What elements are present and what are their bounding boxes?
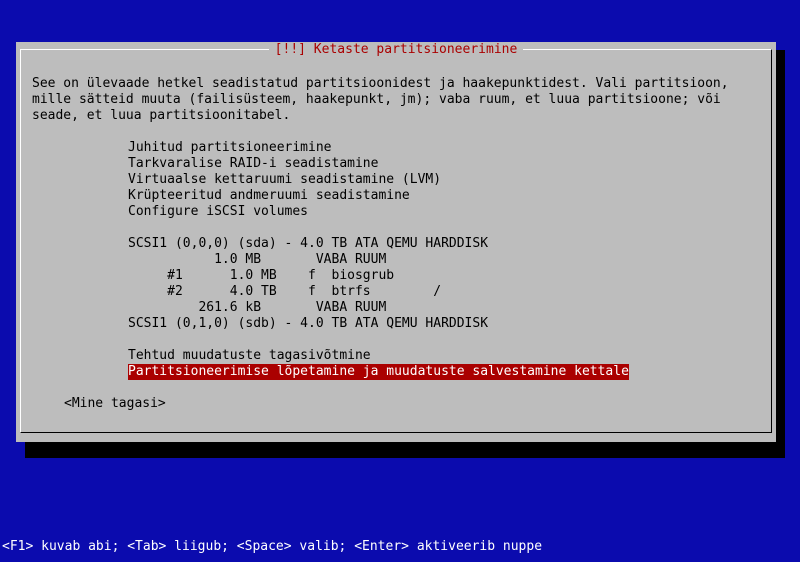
dialog-title: [!!] Ketaste partitsioneerimine [268, 42, 524, 57]
menu-item-iscsi[interactable]: Configure iSCSI volumes [128, 204, 308, 220]
action-undo-changes[interactable]: Tehtud muudatuste tagasivõtmine [128, 348, 371, 364]
partition-2[interactable]: #2 4.0 TB f btrfs / [128, 284, 441, 300]
menu-item-guided-partitioning[interactable]: Juhitud partitsioneerimine [128, 140, 332, 156]
menu-item-encrypted-volumes[interactable]: Krüpteeritud andmeruumi seadistamine [128, 188, 410, 204]
help-footer: <F1> kuvab abi; <Tab> liigub; <Space> va… [2, 539, 543, 554]
menu-item-lvm[interactable]: Virtuaalse kettaruumi seadistamine (LVM) [128, 172, 441, 188]
partition-1[interactable]: #1 1.0 MB f biosgrub [128, 268, 394, 284]
partition-free-space-1[interactable]: 1.0 MB VABA RUUM [128, 252, 386, 268]
disk-sda[interactable]: SCSI1 (0,0,0) (sda) - 4.0 TB ATA QEMU HA… [128, 236, 488, 252]
menu-item-software-raid[interactable]: Tarkvaralise RAID-i seadistamine [128, 156, 378, 172]
intro-line-3: seade, et luua partitsioonitabel. [32, 108, 291, 123]
dialog-title-bar: [!!] Ketaste partitsioneerimine [16, 42, 776, 58]
installer-screen: { "dialog": { "title": "[!!] Ketaste par… [0, 0, 800, 562]
back-button[interactable]: <Mine tagasi> [64, 396, 166, 412]
intro-line-1: See on ülevaade hetkel seadistatud parti… [32, 76, 729, 91]
partition-dialog: [!!] Ketaste partitsioneerimine See on ü… [16, 42, 776, 442]
intro-line-2: mille sätteid muuta (failisüsteem, haake… [32, 92, 721, 107]
action-finish-partitioning[interactable]: Partitsioneerimise lõpetamine ja muudatu… [128, 364, 629, 380]
disk-sdb[interactable]: SCSI1 (0,1,0) (sdb) - 4.0 TB ATA QEMU HA… [128, 316, 488, 332]
partition-free-space-2[interactable]: 261.6 kB VABA RUUM [128, 300, 386, 316]
